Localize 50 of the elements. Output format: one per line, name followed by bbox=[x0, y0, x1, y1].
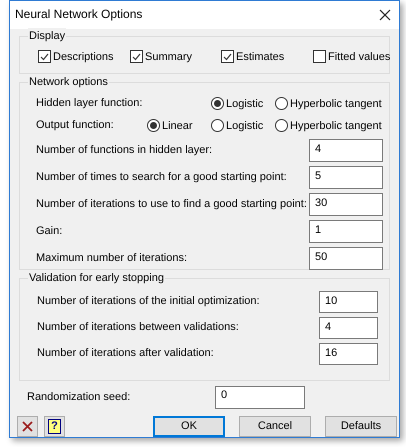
field-label: Output function: bbox=[36, 118, 114, 134]
field-label: Number of times to search for a good starting point: bbox=[36, 170, 287, 185]
radio-label: Logistic bbox=[226, 96, 264, 112]
checkbox[interactable] bbox=[38, 50, 51, 64]
checkbox-label: Descriptions bbox=[53, 50, 114, 65]
radio-label: Linear bbox=[162, 118, 193, 134]
input-field[interactable]: 50 bbox=[309, 246, 383, 270]
input-field[interactable]: 1 bbox=[309, 220, 383, 243]
field-label: Gain: bbox=[36, 224, 62, 239]
close-icon[interactable] bbox=[379, 8, 391, 21]
field-label: Number of iterations to use to find a good starting point: bbox=[36, 196, 307, 212]
field-label: Hidden layer function: bbox=[36, 96, 142, 112]
input-field[interactable]: 4 bbox=[319, 316, 378, 339]
field-label: Number of functions in hidden layer: bbox=[36, 142, 212, 158]
dialog-button[interactable]: Cancel bbox=[239, 416, 311, 437]
checkmark-icon bbox=[132, 52, 141, 61]
input-field[interactable]: 0 bbox=[215, 386, 305, 409]
input-field[interactable]: 4 bbox=[309, 138, 383, 162]
help-button[interactable]: ? bbox=[44, 416, 65, 437]
checkmark-icon bbox=[40, 52, 49, 61]
checkbox[interactable] bbox=[221, 50, 234, 64]
group-title: Display bbox=[28, 28, 66, 44]
checkbox[interactable] bbox=[130, 50, 143, 64]
input-field[interactable]: 30 bbox=[309, 192, 383, 216]
field-label: Maximum number of iterations: bbox=[36, 250, 187, 266]
input-field[interactable]: 10 bbox=[319, 290, 378, 313]
radio-button[interactable] bbox=[275, 97, 288, 110]
input-field[interactable]: 5 bbox=[309, 166, 383, 189]
window-title: Neural Network Options bbox=[15, 7, 142, 22]
field-label: Number of iterations of the initial optimization: bbox=[37, 294, 260, 310]
dialog-button[interactable]: OK bbox=[153, 416, 225, 437]
radio-label: Hyperbolic tangent bbox=[290, 118, 382, 134]
radio-button[interactable] bbox=[147, 119, 160, 132]
field-label: Number of iterations after validation: bbox=[37, 346, 214, 362]
input-field[interactable]: 16 bbox=[319, 342, 378, 365]
radio-button[interactable] bbox=[211, 97, 224, 110]
checkbox-label: Estimates bbox=[236, 50, 284, 65]
dialog-button[interactable]: Defaults bbox=[325, 416, 397, 437]
radio-button[interactable] bbox=[211, 119, 224, 132]
field-label: Number of iterations between validations: bbox=[37, 320, 239, 336]
checkbox-label: Summary bbox=[145, 50, 192, 65]
checkbox-label: Fitted values bbox=[328, 50, 390, 65]
checkbox[interactable] bbox=[313, 50, 326, 64]
close-button[interactable] bbox=[17, 416, 38, 437]
checkmark-icon bbox=[223, 52, 232, 61]
radio-label: Logistic bbox=[226, 118, 264, 134]
radio-label: Hyperbolic tangent bbox=[290, 96, 382, 112]
field-label: Randomization seed: bbox=[27, 390, 132, 405]
close-icon bbox=[22, 421, 33, 432]
radio-button[interactable] bbox=[275, 119, 288, 132]
